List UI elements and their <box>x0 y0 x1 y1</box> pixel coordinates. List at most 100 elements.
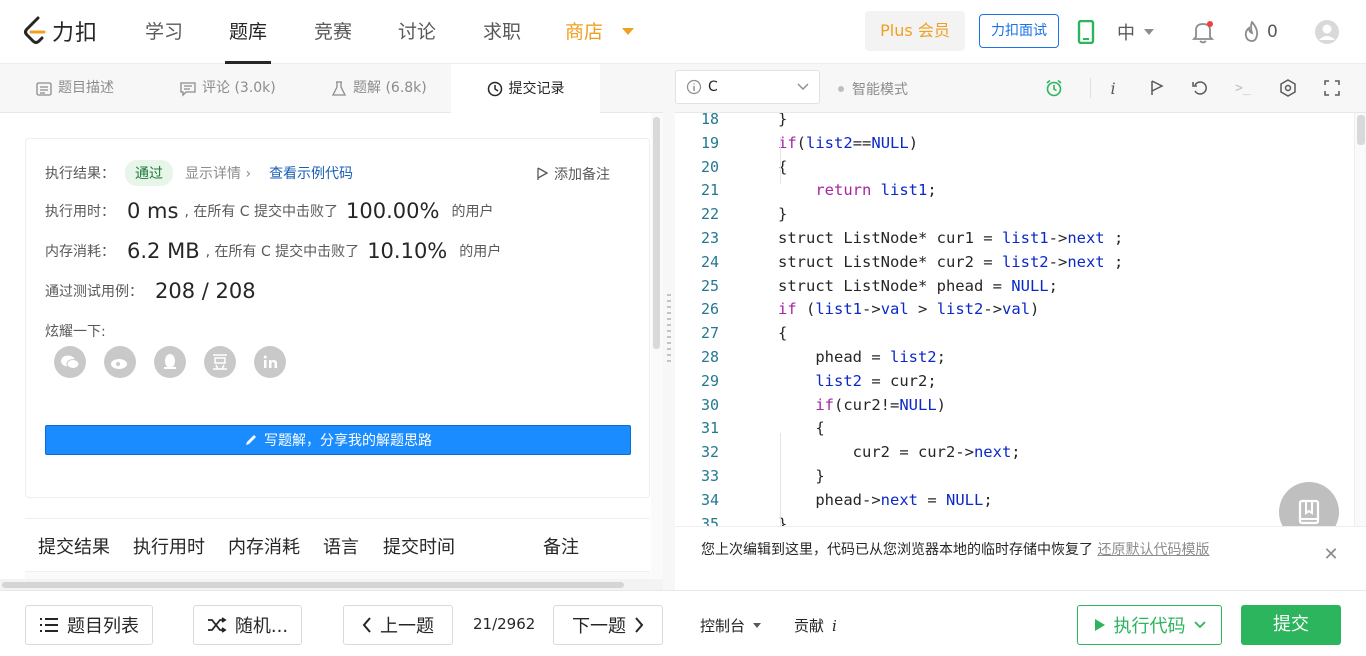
code-line[interactable]: 30 if(cur2!=NULL) <box>675 393 1355 417</box>
interview-button[interactable]: 力扣面试 <box>979 14 1059 48</box>
code-line[interactable]: 24 struct ListNode* cur2 = list2->next ; <box>675 250 1355 274</box>
scroll-thumb[interactable] <box>2 582 624 588</box>
terminal-icon[interactable]: >_ <box>1233 78 1253 98</box>
prev-problem-button[interactable]: 上一题 <box>343 605 453 645</box>
code-line[interactable]: 25 struct ListNode* phead = NULL; <box>675 274 1355 298</box>
scroll-thumb[interactable] <box>1357 115 1365 145</box>
points-count: 0 <box>1267 22 1278 42</box>
next-problem-button[interactable]: 下一题 <box>553 605 663 645</box>
run-code-button[interactable]: 执行代码 <box>1077 605 1222 645</box>
tab-solutions[interactable]: 题解 (6.8k) <box>319 64 439 113</box>
leetcode-logo[interactable]: 力扣 <box>22 16 98 46</box>
language-select[interactable]: C <box>675 70 820 104</box>
tab-submissions[interactable]: 提交记录 <box>451 64 600 114</box>
user-avatar[interactable] <box>1313 18 1341 46</box>
random-problem-button[interactable]: 随机... <box>193 605 302 645</box>
code-line[interactable]: 32 cur2 = cur2->next; <box>675 440 1355 464</box>
runtime-percent: 100.00% <box>346 199 440 223</box>
settings-icon[interactable] <box>1278 78 1298 98</box>
line-number: 23 <box>700 229 719 247</box>
code-line[interactable]: 20{ <box>675 155 1355 179</box>
douban-icon[interactable] <box>204 346 236 378</box>
code-line[interactable]: 31 { <box>675 416 1355 440</box>
show-details-link[interactable]: 显示详情 › <box>185 163 251 183</box>
top-navigation: 力扣 学习 题库 竞赛 讨论 求职 商店 Plus 会员 力扣面试 中 0 <box>0 0 1366 64</box>
code-text: cur2 = cur2->next; <box>778 443 1021 462</box>
code-line[interactable]: 35} <box>675 512 1355 526</box>
code-editor[interactable]: 18} 19 if(list2==NULL) 20{21 return list1; 2… <box>675 113 1366 526</box>
code-text: { <box>778 419 825 438</box>
fullscreen-icon[interactable] <box>1322 78 1342 98</box>
panel-resize-handle[interactable] <box>663 64 675 590</box>
view-example-code-link[interactable]: 查看示例代码 <box>269 163 353 183</box>
logo-icon <box>24 16 46 44</box>
play-outline-icon[interactable] <box>1147 78 1167 98</box>
alarm-clock-icon[interactable] <box>1044 78 1064 98</box>
points-display[interactable]: 0 <box>1243 18 1278 46</box>
indent-guide <box>780 433 781 526</box>
editor-vertical-scrollbar[interactable] <box>1354 113 1366 526</box>
nav-store[interactable]: 商店 <box>565 0 603 64</box>
tab-comments[interactable]: 评论 (3.0k) <box>168 64 288 113</box>
submit-button[interactable]: 提交 <box>1241 605 1341 645</box>
problem-list-label: 题目列表 <box>67 616 139 637</box>
code-line[interactable]: 28 phead = list2; <box>675 345 1355 369</box>
runtime-beat-text: , 在所有 C 提交中击败了 <box>184 204 339 220</box>
nav-learn[interactable]: 学习 <box>145 0 183 64</box>
runtime-value: 0 ms <box>127 199 179 223</box>
close-icon[interactable]: ✕ <box>1323 546 1339 564</box>
table-row <box>25 571 650 579</box>
nav-contest[interactable]: 竞赛 <box>314 0 352 64</box>
list-icon <box>40 618 58 632</box>
nav-jobs[interactable]: 求职 <box>483 0 521 64</box>
testcases-row: 通过测试用例： 208 / 208 <box>45 279 256 303</box>
code-line[interactable]: 34 phead->next = NULL; <box>675 488 1355 512</box>
shuffle-icon <box>207 617 227 633</box>
code-line[interactable]: 33 } <box>675 464 1355 488</box>
console-toggle[interactable]: 控制台 <box>700 615 762 636</box>
left-vertical-scrollbar[interactable] <box>651 113 663 579</box>
testcases-label: 通过测试用例： <box>45 284 143 300</box>
share-buttons <box>54 346 286 378</box>
linkedin-icon[interactable] <box>254 346 286 378</box>
code-line[interactable]: 27 { <box>675 321 1355 345</box>
line-number: 24 <box>700 252 719 271</box>
code-line[interactable]: 21 return list1; <box>675 178 1355 202</box>
info-italic-icon[interactable]: i <box>1103 78 1123 98</box>
add-note-button[interactable]: 添加备注 <box>536 164 610 184</box>
code-line[interactable]: 18} <box>675 113 1355 131</box>
nav-problems[interactable]: 题库 <box>224 0 272 64</box>
code-text: list2 = cur2; <box>815 371 937 390</box>
tab-description[interactable]: 题目描述 <box>24 64 126 113</box>
code-line[interactable]: 22} <box>675 202 1355 226</box>
code-line[interactable]: 19 if(list2==NULL) <box>675 131 1355 155</box>
flag-icon <box>537 167 548 180</box>
mobile-app-icon[interactable] <box>1075 18 1097 46</box>
smart-mode-toggle[interactable]: 智能模式 <box>838 79 908 99</box>
col-runtime: 执行用时 <box>133 537 205 558</box>
code-line[interactable]: 23 struct ListNode* cur1 = list1->next ; <box>675 226 1355 250</box>
problem-list-button[interactable]: 题目列表 <box>25 605 153 645</box>
left-horizontal-scrollbar[interactable] <box>0 579 663 590</box>
restore-default-template-link[interactable]: 还原默认代码模版 <box>1097 542 1209 558</box>
store-dropdown-icon[interactable] <box>622 28 634 35</box>
wechat-icon[interactable] <box>54 346 86 378</box>
language-switcher[interactable]: 中 <box>1117 18 1154 46</box>
bottom-bar: 题目列表 随机... 上一题 21/2962 下一题 控制台 贡献 i 执行代码… <box>0 590 1366 656</box>
weibo-icon[interactable] <box>104 346 136 378</box>
chevron-down-icon <box>1144 29 1154 35</box>
reset-code-icon[interactable] <box>1190 78 1210 98</box>
console-label: 控制台 <box>700 617 746 635</box>
qq-icon[interactable] <box>154 346 186 378</box>
code-restore-notice: 您上次编辑到这里，代码已从您浏览器本地的临时存储中恢复了 还原默认代码模版 ✕ <box>675 526 1366 590</box>
code-line[interactable]: 29 list2 = cur2; <box>675 369 1355 393</box>
write-solution-button[interactable]: 写题解，分享我的解题思路 <box>45 425 631 455</box>
col-note: 备注 <box>543 537 579 558</box>
notification-bell-icon[interactable] <box>1191 18 1215 46</box>
scroll-thumb[interactable] <box>653 117 660 349</box>
plus-membership-button[interactable]: Plus 会员 <box>865 11 965 51</box>
col-language: 语言 <box>323 537 359 558</box>
code-line[interactable]: 26 if (list1->val > list2->val) <box>675 297 1355 321</box>
nav-discuss[interactable]: 讨论 <box>398 0 436 64</box>
contribute-button[interactable]: 贡献 i <box>794 615 837 636</box>
